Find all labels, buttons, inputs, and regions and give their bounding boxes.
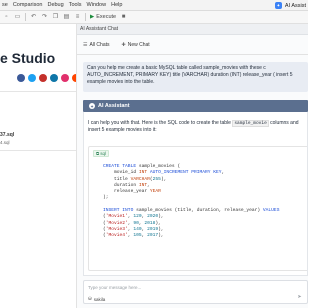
- assistant-label: AI Assistant: [98, 103, 130, 109]
- linkedin-icon[interactable]: [50, 74, 58, 82]
- ai-assist-tab[interactable]: ✦ AI Assist: [274, 0, 308, 11]
- code-language-label: sql: [100, 151, 106, 156]
- left-line: [0, 150, 76, 151]
- copy-icon[interactable]: ❐: [52, 14, 59, 21]
- social-icons: [17, 74, 76, 82]
- tab-new-chat-label: New Chat: [127, 42, 150, 48]
- menu-item-help[interactable]: Help: [111, 2, 122, 8]
- facebook-icon[interactable]: [17, 74, 25, 82]
- undo-icon[interactable]: ↶: [30, 14, 37, 21]
- menu-bar: se Comparison Debug Tools Window Help ✦ …: [0, 0, 308, 11]
- code-language-badge[interactable]: ⧉ sql: [93, 150, 109, 157]
- twitter-icon[interactable]: [28, 74, 36, 82]
- instagram-icon[interactable]: [61, 74, 69, 82]
- ai-assist-icon: ✦: [274, 2, 282, 9]
- menu-item-debug[interactable]: Debug: [47, 2, 63, 8]
- user-message: Can you help me create a basic MySQL tab…: [83, 62, 308, 92]
- menu-item-se[interactable]: se: [2, 2, 8, 8]
- plus-icon: ✚: [121, 42, 126, 48]
- send-icon[interactable]: ➤: [296, 294, 303, 301]
- stop-icon[interactable]: ■: [120, 14, 127, 21]
- toolbar: ▫ ▭ ↶ ↷ ❐ ▤ ≡ ▶ Execute ■: [0, 11, 308, 24]
- new-file-icon[interactable]: ▫: [3, 14, 10, 21]
- assistant-header: ✦ AI Assistant: [83, 100, 308, 112]
- studio-title: e Studio: [0, 50, 56, 66]
- message-placeholder: Type your message here...: [88, 285, 142, 290]
- tab-new-chat[interactable]: ✚ New Chat: [122, 42, 150, 48]
- tabs-divider: [77, 54, 308, 55]
- left-panel: e Studio 37.sql 4.sql: [0, 24, 77, 308]
- code-body: CREATE TABLE sample_movies ( movie_id IN…: [103, 164, 280, 239]
- assistant-message: I can help you with that. Here is the SQ…: [83, 112, 308, 276]
- code-block: ⧉ sql CREATE TABLE sample_movies ( movie…: [88, 146, 307, 271]
- open-folder-icon[interactable]: ▭: [14, 14, 21, 21]
- ai-assist-tab-label: AI Assist: [284, 2, 306, 9]
- youtube-icon[interactable]: [39, 74, 47, 82]
- tab-all-chats-label: All Chats: [89, 42, 110, 48]
- list-icon: ☰: [83, 42, 88, 48]
- left-divider: [0, 91, 76, 92]
- recent-file-name[interactable]: 37.sql: [0, 132, 14, 138]
- execute-button[interactable]: ▶ Execute: [90, 14, 116, 20]
- panel-title: AI Assistant Chat: [77, 24, 308, 35]
- assistant-intro-code: sample_movie: [232, 120, 269, 127]
- redo-icon[interactable]: ↷: [41, 14, 48, 21]
- menu-item-comparison[interactable]: Comparison: [13, 2, 43, 8]
- ai-chat-panel: AI Assistant Chat ☰ All Chats ✚ New Chat…: [77, 24, 308, 308]
- toolbar-separator: [85, 13, 86, 21]
- recent-file-sub[interactable]: 4.sql: [0, 140, 10, 145]
- chat-tabs: ☰ All Chats ✚ New Chat: [77, 40, 150, 50]
- execute-label: Execute: [96, 14, 117, 20]
- tab-all-chats[interactable]: ☰ All Chats: [83, 42, 110, 48]
- play-icon: ▶: [90, 14, 95, 20]
- toolbar-separator: [25, 13, 26, 21]
- ai-assistant-icon: ✦: [89, 103, 95, 109]
- menu-item-tools[interactable]: Tools: [69, 2, 82, 8]
- paste-icon[interactable]: ▤: [63, 14, 70, 21]
- database-name: sakila: [93, 296, 106, 302]
- message-input[interactable]: Type your message here... ⛁ sakila ➤: [83, 280, 308, 304]
- database-selector[interactable]: ⛁ sakila: [88, 296, 105, 302]
- database-icon: ⛁: [88, 296, 92, 301]
- menu-item-window[interactable]: Window: [87, 2, 107, 8]
- format-icon[interactable]: ≡: [74, 14, 81, 21]
- assistant-intro: I can help you with that. Here is the SQ…: [88, 120, 306, 134]
- code-icon: ⧉: [96, 151, 100, 156]
- assistant-intro-before: I can help you with that. Here is the SQ…: [88, 120, 231, 126]
